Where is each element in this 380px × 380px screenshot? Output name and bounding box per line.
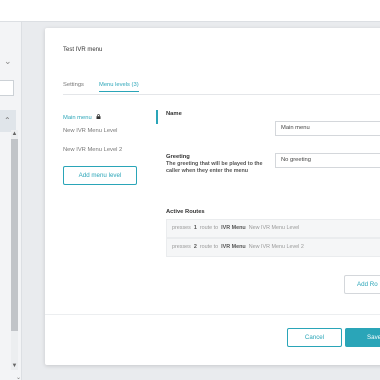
scrollbar-thumb[interactable] [11, 139, 18, 331]
scroll-down-icon[interactable]: ▼ [11, 362, 18, 370]
name-label: Name [166, 111, 182, 117]
active-routes-label: Active Routes [166, 209, 205, 215]
route-to-text: route to [199, 225, 219, 231]
route-key: 2 [193, 244, 197, 250]
route-to-text: route to [199, 244, 219, 250]
route-row[interactable]: presses 1 route to IVR Menu New IVR Menu… [166, 219, 380, 238]
lock-icon [96, 114, 101, 119]
name-input[interactable]: Main menu [275, 121, 380, 136]
level-item[interactable]: New IVR Menu Level [63, 128, 117, 134]
tab-menu-levels[interactable]: Menu levels (3) [99, 82, 139, 92]
add-menu-level-button[interactable]: Add menu level [63, 166, 137, 185]
route-target: IVR Menu [221, 244, 246, 250]
ivr-menu-modal: Test IVR menu Settings Menu levels (3) M… [45, 28, 380, 365]
tab-settings[interactable]: Settings [63, 82, 84, 91]
route-presses-text: presses [172, 244, 191, 250]
left-panel-input[interactable] [0, 80, 14, 96]
add-route-button[interactable]: Add Ro [344, 275, 380, 294]
chevron-down-icon[interactable]: ⌄ [4, 56, 12, 67]
route-level: New IVR Menu Level 2 [248, 244, 304, 250]
scroll-up-icon[interactable]: ▲ [11, 130, 18, 138]
footer-divider [45, 314, 380, 315]
chevron-down-icon[interactable]: ⌄ [16, 374, 21, 380]
greeting-select[interactable]: No greeting [275, 153, 380, 168]
route-row[interactable]: presses 2 route to IVR Menu New IVR Menu… [166, 238, 380, 257]
modal-title: Test IVR menu [63, 47, 103, 53]
greeting-label: Greeting [166, 154, 190, 160]
top-bar [0, 0, 380, 22]
tab-bar: Settings Menu levels (3) [63, 82, 380, 95]
save-button[interactable]: Save [345, 328, 380, 347]
chevron-up-icon: ⌃ [4, 116, 11, 125]
level-item-label: Main menu [63, 115, 92, 121]
cancel-button[interactable]: Cancel [287, 328, 342, 347]
level-item[interactable]: New IVR Menu Level 2 [63, 147, 122, 153]
route-level: New IVR Menu Level [248, 225, 300, 231]
active-level-indicator [156, 110, 158, 124]
route-target: IVR Menu [221, 225, 246, 231]
greeting-description: The greeting that will be played to the … [166, 161, 263, 174]
level-item-main-menu[interactable]: Main menu [63, 114, 101, 121]
route-key: 1 [193, 225, 197, 231]
route-presses-text: presses [172, 225, 191, 231]
